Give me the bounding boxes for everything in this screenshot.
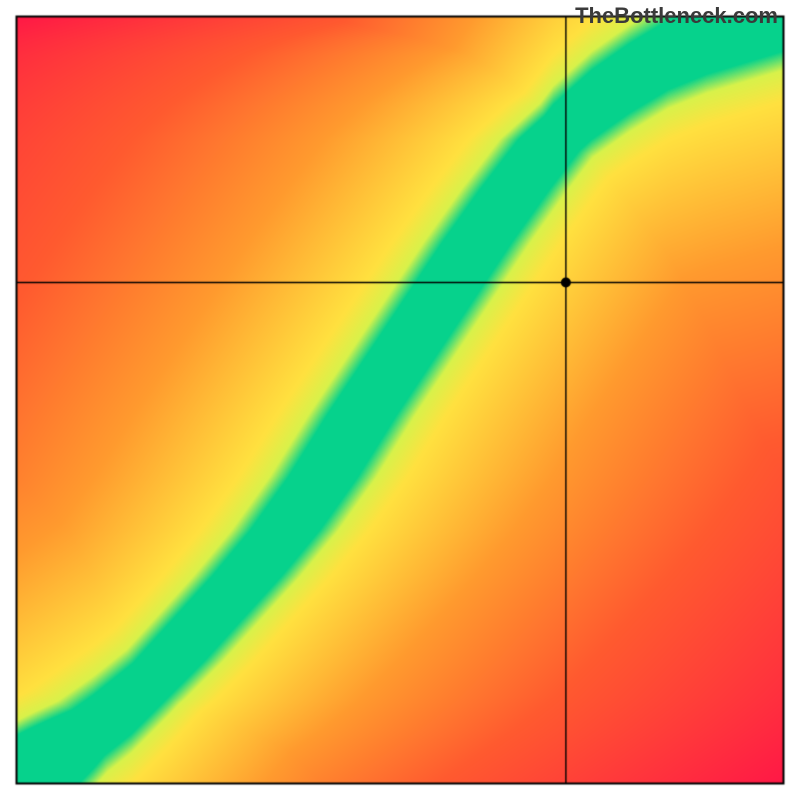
watermark-label: TheBottleneck.com bbox=[575, 3, 778, 29]
bottleneck-heatmap bbox=[0, 0, 800, 800]
